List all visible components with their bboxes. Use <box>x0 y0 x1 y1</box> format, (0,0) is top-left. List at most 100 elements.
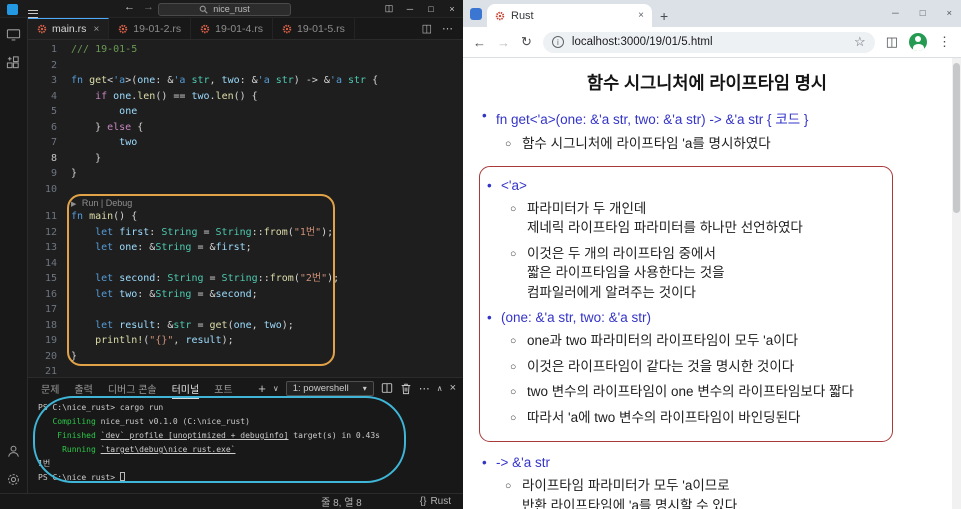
browser-logo-icon[interactable] <box>470 8 482 20</box>
avatar-body <box>913 44 924 51</box>
maximize-icon[interactable]: □ <box>426 4 436 14</box>
panel-tab[interactable]: 출력 <box>74 378 92 399</box>
line-number: 11 <box>28 209 71 225</box>
terminal[interactable]: PS C:\nice_rust> cargo run Compiling nic… <box>28 398 463 493</box>
browser-menu-icon[interactable]: ⋮ <box>938 34 951 50</box>
maximize-icon[interactable]: □ <box>920 8 926 19</box>
window-controls: ◫ ─ □ × <box>384 0 457 17</box>
command-center-search[interactable]: nice_rust <box>158 3 291 16</box>
outline-subitem: 이것은 두 개의 라이프타임 중에서짧은 라이프타임을 사용한다는 것을컴파일러… <box>510 244 882 303</box>
back-icon[interactable]: ← <box>473 35 486 50</box>
code-line[interactable]: 2 <box>28 58 463 74</box>
editor-tab[interactable]: 19-01-5.rs <box>273 18 355 39</box>
vscode-window: ← → nice_rust ◫ ─ □ × <box>0 0 463 509</box>
cursor-position[interactable]: 줄 8, 열 8 <box>321 494 362 509</box>
window-controls: ─ □ × <box>892 0 952 27</box>
panel-tab[interactable]: 포트 <box>214 378 232 399</box>
editor-more-icon[interactable]: ⋯ <box>442 22 453 35</box>
close-icon[interactable]: × <box>946 8 952 19</box>
panel-more-icon[interactable]: ⋯ <box>419 382 430 395</box>
panel-close-icon[interactable]: × <box>450 382 456 394</box>
code-line[interactable]: 7 two <box>28 135 463 151</box>
code-line[interactable]: 1/// 19-01-5 <box>28 42 463 58</box>
bottom-panel: 문제 출력 디버그 콘솔 터미널 포트 + ∨ 1: powershell ▾ <box>28 377 463 493</box>
code-line[interactable]: 6 } else { <box>28 120 463 136</box>
split-editor-icon[interactable]: ◫ <box>422 22 432 35</box>
browser-tab[interactable]: Rust × <box>487 4 652 27</box>
code-line[interactable]: 4 if one.len() == two.len() { <box>28 89 463 105</box>
editor-tab[interactable]: main.rs× <box>28 18 109 39</box>
close-icon[interactable]: × <box>447 4 457 14</box>
forward-icon[interactable]: → <box>497 35 510 50</box>
minimize-icon[interactable]: ─ <box>892 8 899 19</box>
code-line[interactable]: 3fn get<'a>(one: &'a str, two: &'a str) … <box>28 73 463 89</box>
account-icon[interactable] <box>6 444 21 459</box>
settings-gear-icon[interactable] <box>6 472 21 487</box>
codelens: ▶ Run | Debug <box>28 197 463 209</box>
url-text: localhost:3000/19/01/5.html <box>572 36 713 48</box>
panel-tab[interactable]: 문제 <box>41 378 59 399</box>
close-icon[interactable]: × <box>638 10 644 21</box>
code-editor[interactable]: 1/// 19-01-523fn get<'a>(one: &'a str, t… <box>28 40 463 377</box>
code-line[interactable]: 16 let two: &String = &second; <box>28 287 463 303</box>
panel-maximize-icon[interactable]: ∧ <box>437 384 443 393</box>
code-line[interactable]: 21 <box>28 364 463 377</box>
address-bar[interactable]: i localhost:3000/19/01/5.html ☆ <box>543 32 875 53</box>
line-number: 3 <box>28 73 71 89</box>
trash-icon[interactable] <box>400 382 412 395</box>
split-screen-icon[interactable]: ◫ <box>886 34 898 50</box>
terminal-picker-label: 1: powershell <box>293 383 349 394</box>
layout-toggle-icon[interactable]: ◫ <box>384 3 394 14</box>
codelens-run[interactable]: Run <box>82 198 99 208</box>
editor-tab[interactable]: 19-01-4.rs <box>191 18 273 39</box>
code-line[interactable]: 10 <box>28 182 463 198</box>
terminal-line: PS C:\nice_rust> cargo run <box>38 401 463 415</box>
tab-label: 19-01-4.rs <box>215 23 263 35</box>
browser-window: Rust × + ─ □ × ← → ↻ i localhost:3000/19… <box>463 0 961 509</box>
site-info-icon[interactable]: i <box>552 36 564 48</box>
codelens-debug[interactable]: Debug <box>106 198 133 208</box>
panel-tab[interactable]: 디버그 콘솔 <box>108 378 157 399</box>
scrollbar[interactable] <box>952 58 961 509</box>
line-number: 4 <box>28 89 71 105</box>
panel-actions: + ∨ 1: powershell ▾ <box>258 381 463 396</box>
code-line[interactable]: 17 <box>28 302 463 318</box>
play-icon[interactable]: ▶ <box>71 201 76 208</box>
language-mode[interactable]: Rust <box>430 496 451 507</box>
minimize-icon[interactable]: ─ <box>405 4 415 14</box>
vscode-titlebar: ← → nice_rust ◫ ─ □ × <box>0 0 463 18</box>
profile-avatar[interactable] <box>909 33 927 51</box>
code-line[interactable]: 12 let first: String = String::from("1번"… <box>28 225 463 241</box>
code-line[interactable]: 20} <box>28 349 463 365</box>
close-icon[interactable]: × <box>93 24 99 35</box>
code-line[interactable]: 15 let second: String = String::from("2번… <box>28 271 463 287</box>
menu-icon[interactable] <box>28 5 38 23</box>
remote-explorer-icon[interactable] <box>6 27 21 42</box>
code-line[interactable]: 18 let result: &str = get(one, two); <box>28 318 463 334</box>
vscode-logo <box>7 4 18 15</box>
new-tab-button[interactable]: + <box>660 8 668 24</box>
editor-tab[interactable]: 19-01-2.rs <box>109 18 191 39</box>
terminal-line: PS C:\nice_rust> <box>38 471 463 485</box>
outline-subitem: two 변수의 라이프타임이 one 변수의 라이프타임보다 짧다 <box>510 382 882 402</box>
split-terminal-icon[interactable] <box>381 382 393 394</box>
panel-tab[interactable]: 터미널 <box>172 378 200 399</box>
bookmark-star-icon[interactable]: ☆ <box>854 34 866 50</box>
code-line[interactable]: 9} <box>28 166 463 182</box>
code-line[interactable]: 8 } <box>28 151 463 167</box>
code-line[interactable]: 13 let one: &String = &first; <box>28 240 463 256</box>
outline-subitem: 라이프타임 파라미터가 모두 'a이므로반환 라이프타임에 'a를 명시할 수 … <box>505 476 935 509</box>
reload-icon[interactable]: ↻ <box>521 34 532 50</box>
new-terminal-icon[interactable]: + <box>258 381 266 396</box>
terminal-picker[interactable]: 1: powershell ▾ <box>286 381 374 396</box>
scrollbar-thumb[interactable] <box>953 63 960 213</box>
extensions-icon[interactable] <box>6 55 21 70</box>
history-forward-icon[interactable]: → <box>143 1 154 13</box>
chevron-down-icon[interactable]: ∨ <box>273 384 279 393</box>
code-line[interactable]: 14 <box>28 256 463 272</box>
code-line[interactable]: 5 one <box>28 104 463 120</box>
line-number: 5 <box>28 104 71 120</box>
code-line[interactable]: 19 println!("{}", result); <box>28 333 463 349</box>
history-back-icon[interactable]: ← <box>124 1 135 13</box>
code-line[interactable]: 11fn main() { <box>28 209 463 225</box>
